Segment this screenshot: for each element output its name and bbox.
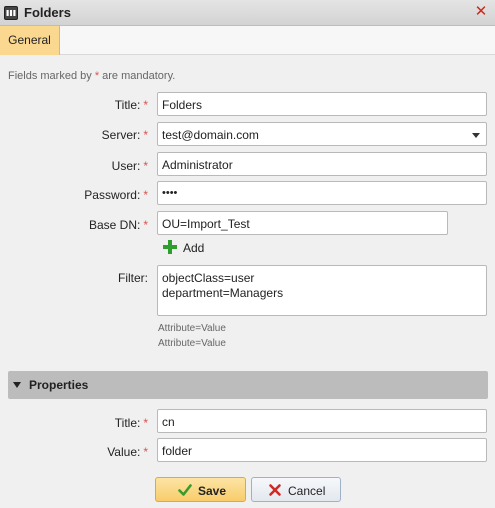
chevron-down-icon[interactable] [472,133,480,138]
filter-hint: Attribute=Value [158,338,226,349]
add-label: Add [183,241,205,255]
property-title-label-text: Title: [114,416,141,430]
folder-app-icon [4,6,18,20]
title-field-value: Folders [162,98,203,112]
required-star: * [143,159,148,173]
cancel-button[interactable]: Cancel [251,477,341,502]
required-star: * [143,218,148,232]
checkmark-icon [178,484,192,496]
mandatory-hint: Fields marked by * are mandatory. [8,70,175,82]
cancel-x-icon [269,484,281,496]
filter-hint: Attribute=Value [158,323,226,334]
plus-icon [163,240,177,254]
user-field[interactable]: Administrator [157,152,487,176]
filter-line: department=Managers [162,286,284,300]
mandatory-hint-prefix: Fields marked by [8,70,95,82]
property-value-label: Value: * [8,445,148,459]
properties-section-header[interactable]: Properties [8,371,488,399]
password-field[interactable]: •••• [157,181,487,205]
window-titlebar: Folders ✕ [0,0,495,26]
filter-label-text: Filter: [118,271,148,285]
property-title-label: Title: * [8,416,148,430]
user-field-value: Administrator [162,158,233,172]
save-button-label: Save [198,484,227,498]
filter-label: Filter: [8,271,148,285]
tab-general[interactable]: General [0,26,60,55]
property-title-field[interactable]: cn [157,409,487,433]
properties-title: Properties [29,378,89,392]
filter-textarea[interactable]: objectClass=user department=Managers [157,265,487,316]
property-value-field[interactable]: folder [157,438,487,462]
base-dn-label-text: Base DN: [88,218,141,232]
title-label: Title: * [8,98,148,112]
server-select[interactable]: test@domain.com [157,122,487,146]
collapse-arrow-icon [13,382,21,388]
title-field[interactable]: Folders [157,92,487,116]
property-value-field-value: folder [162,444,193,458]
mandatory-hint-suffix: are mandatory. [99,70,176,82]
property-title-field-value: cn [162,415,175,429]
cancel-button-label: Cancel [288,484,326,498]
user-label: User: * [8,159,148,173]
tab-bar: General [0,26,495,55]
required-star: * [143,416,148,430]
base-dn-label: Base DN: * [8,218,148,232]
user-label-text: User: [111,159,141,173]
required-star: * [143,98,148,112]
title-label-text: Title: [114,98,141,112]
base-dn-field-value: OU=Import_Test [162,217,250,231]
server-label-text: Server: [101,128,141,142]
property-value-label-text: Value: [107,445,141,459]
save-button[interactable]: Save [155,477,246,502]
required-star: * [143,128,148,142]
close-icon[interactable]: ✕ [473,3,489,21]
password-field-value: •••• [162,187,178,199]
window-title: Folders [24,5,71,20]
required-star: * [143,445,148,459]
server-select-value: test@domain.com [162,128,259,142]
password-label-text: Password: [84,188,141,202]
base-dn-field[interactable]: OU=Import_Test [157,211,448,235]
required-star: * [143,188,148,202]
filter-line: objectClass=user [162,271,255,285]
server-label: Server: * [8,128,148,142]
password-label: Password: * [8,188,148,202]
